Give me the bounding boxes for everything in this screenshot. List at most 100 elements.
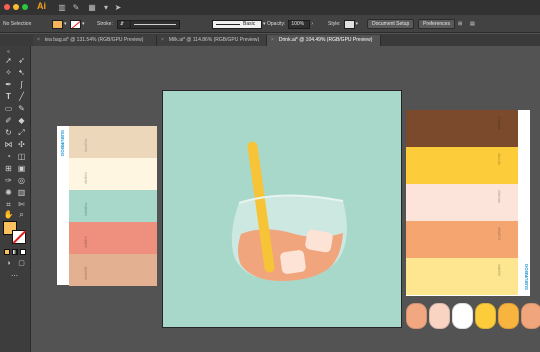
- color-dot[interactable]: [498, 303, 519, 329]
- artboard[interactable]: [162, 90, 402, 328]
- line-tool-icon[interactable]: ╱: [16, 92, 27, 102]
- send-icon[interactable]: ➤: [112, 2, 124, 12]
- eraser-tool-icon[interactable]: ◆: [16, 116, 27, 126]
- column-graph-tool-icon[interactable]: ▥: [16, 188, 27, 198]
- chevron-down-icon[interactable]: ▾: [263, 21, 266, 27]
- profile-line: [134, 23, 176, 25]
- chevron-right-icon[interactable]: ›: [311, 21, 313, 27]
- color-dot[interactable]: [475, 303, 496, 329]
- swatch-code: #a8d8ca: [84, 202, 88, 216]
- palette-swatch[interactable]: #f4a570: [406, 221, 518, 258]
- artboard-tool-icon[interactable]: ⌗: [3, 200, 14, 210]
- color-dot[interactable]: [452, 303, 473, 329]
- color-dot[interactable]: [521, 303, 540, 329]
- screen-mode-icon[interactable]: ▢: [16, 259, 27, 269]
- preferences-button[interactable]: Preferences: [418, 19, 455, 29]
- preferences-control[interactable]: Preferences: [418, 19, 455, 29]
- chevron-down-icon[interactable]: ▾: [82, 21, 85, 27]
- direct-selection-tool-icon[interactable]: ➶: [16, 56, 27, 66]
- no-stroke-icon: [71, 20, 80, 28]
- fill-control[interactable]: ▾: [52, 19, 67, 29]
- shaper-tool-icon[interactable]: ✐: [3, 116, 14, 126]
- palette-swatch[interactable]: #fde68f: [406, 258, 518, 295]
- slice-tool-icon[interactable]: ✄: [16, 200, 27, 210]
- document-setup-button[interactable]: Document Setup: [367, 19, 415, 29]
- none-mode-icon[interactable]: [20, 249, 26, 255]
- palette-card-left[interactable]: SUBURBOO #ecd7bb #fef6e0 #a8d8ca #ef8f7e #e4…: [57, 126, 157, 286]
- variable-width-control[interactable]: [130, 19, 180, 29]
- zoom-window-button[interactable]: [22, 4, 28, 10]
- selection-tool-icon[interactable]: ➚: [3, 56, 14, 66]
- brush-definition-select[interactable]: Basic: [212, 19, 262, 29]
- close-icon[interactable]: ×: [161, 37, 164, 43]
- chevron-down-icon[interactable]: ▾: [356, 21, 359, 27]
- draw-mode-icon[interactable]: ◑: [3, 259, 14, 269]
- color-mode-icon[interactable]: [4, 249, 10, 255]
- arrange-documents-icon[interactable]: ▦: [86, 2, 98, 12]
- palette-swatch[interactable]: #7b4a2c: [406, 110, 518, 147]
- zoom-tool-icon[interactable]: ⌕: [16, 210, 27, 220]
- document-setup-control[interactable]: Document Setup: [367, 19, 415, 29]
- color-dot[interactable]: [406, 303, 427, 329]
- palette-swatch[interactable]: #fde4da: [406, 184, 518, 221]
- tab-label: tea bag.ai* @ 131.54% (RGB/GPU Preview): [44, 37, 144, 43]
- close-window-button[interactable]: [4, 4, 10, 10]
- palette-swatch[interactable]: #ecd7bb: [69, 126, 157, 158]
- swatch-code: #fde68f: [497, 264, 501, 276]
- rectangle-tool-icon[interactable]: ▭: [3, 104, 14, 114]
- stroke-color-swatch[interactable]: [12, 230, 26, 244]
- mesh-tool-icon[interactable]: ⊞: [3, 164, 14, 174]
- palette-swatch[interactable]: #a8d8ca: [69, 190, 157, 222]
- document-tabs: × tea bag.ai* @ 131.54% (RGB/GPU Preview)…: [0, 34, 540, 46]
- rotate-tool-icon[interactable]: ↻: [3, 128, 14, 138]
- minimize-window-button[interactable]: [13, 4, 19, 10]
- stroke-swatch[interactable]: [70, 19, 81, 29]
- magic-wand-tool-icon[interactable]: ✧: [3, 68, 14, 78]
- paintbrush-tool-icon[interactable]: ✎: [16, 104, 27, 114]
- style-control[interactable]: Style: ▾: [328, 19, 358, 29]
- scale-tool-icon[interactable]: ⤢: [16, 128, 27, 138]
- stroke-swatch-control[interactable]: ▾: [70, 19, 85, 29]
- palette-swatch[interactable]: #fef6e0: [69, 158, 157, 190]
- palette-swatch[interactable]: #fccc3b: [406, 147, 518, 184]
- close-icon[interactable]: ×: [37, 37, 40, 43]
- align-icon[interactable]: ⊞: [458, 19, 462, 29]
- opacity-control[interactable]: Opacity: 100% ›: [267, 19, 313, 29]
- shape-builder-tool-icon[interactable]: ◔: [3, 152, 14, 162]
- color-dot[interactable]: [429, 303, 450, 329]
- fill-swatch[interactable]: [52, 19, 63, 29]
- tab-tea-bag[interactable]: × tea bag.ai* @ 131.54% (RGB/GPU Preview): [33, 35, 157, 46]
- tab-drink[interactable]: × Drink.ai* @ 104.49% (RGB/GPU Preview): [267, 35, 381, 46]
- graphic-style-swatch[interactable]: [343, 19, 355, 29]
- brush-icon[interactable]: ✎: [70, 2, 82, 12]
- variable-width-profile[interactable]: [130, 19, 180, 29]
- hand-tool-icon[interactable]: ✋: [3, 210, 14, 220]
- puppet-warp-tool-icon[interactable]: ✣: [16, 140, 27, 150]
- tab-milk[interactable]: × Milk.ai* @ 114.86% (RGB/GPU Preview): [157, 35, 267, 46]
- style-label: Style:: [328, 21, 341, 27]
- gradient-tool-icon[interactable]: ▣: [16, 164, 27, 174]
- palette-swatch[interactable]: #e4b092: [69, 254, 157, 286]
- edit-toolbar-icon[interactable]: ⋯: [9, 272, 20, 282]
- pen-tool-icon[interactable]: ✒: [3, 80, 14, 90]
- gradient-mode-icon[interactable]: [12, 249, 18, 255]
- palette-swatch[interactable]: #ef8f7e: [69, 222, 157, 254]
- close-icon[interactable]: ×: [271, 37, 274, 43]
- chevron-down-icon[interactable]: ▾: [64, 21, 67, 27]
- blend-tool-icon[interactable]: ◎: [16, 176, 27, 186]
- chevron-down-icon[interactable]: ▾: [100, 2, 112, 12]
- swatch-code: #fccc3b: [497, 153, 501, 166]
- library-icon[interactable]: ▥: [56, 2, 68, 12]
- brush-definition-control[interactable]: Basic ▾: [212, 19, 266, 29]
- width-tool-icon[interactable]: ⋈: [3, 140, 14, 150]
- palette-card-right[interactable]: SUBURBOO #7b4a2c #fccc3b #fde4da #f4a570 #fd…: [406, 110, 530, 296]
- curvature-tool-icon[interactable]: ∫: [16, 80, 27, 90]
- symbol-sprayer-tool-icon[interactable]: ✺: [3, 188, 14, 198]
- stroke-label: Stroke:: [97, 21, 113, 27]
- lasso-tool-icon[interactable]: ➷: [16, 68, 27, 78]
- opacity-input[interactable]: 100%: [288, 19, 311, 29]
- transform-icon[interactable]: ▤: [470, 19, 475, 29]
- type-tool-icon[interactable]: T: [3, 92, 14, 102]
- eyedropper-tool-icon[interactable]: ✑: [3, 176, 14, 186]
- perspective-grid-tool-icon[interactable]: ◫: [16, 152, 27, 162]
